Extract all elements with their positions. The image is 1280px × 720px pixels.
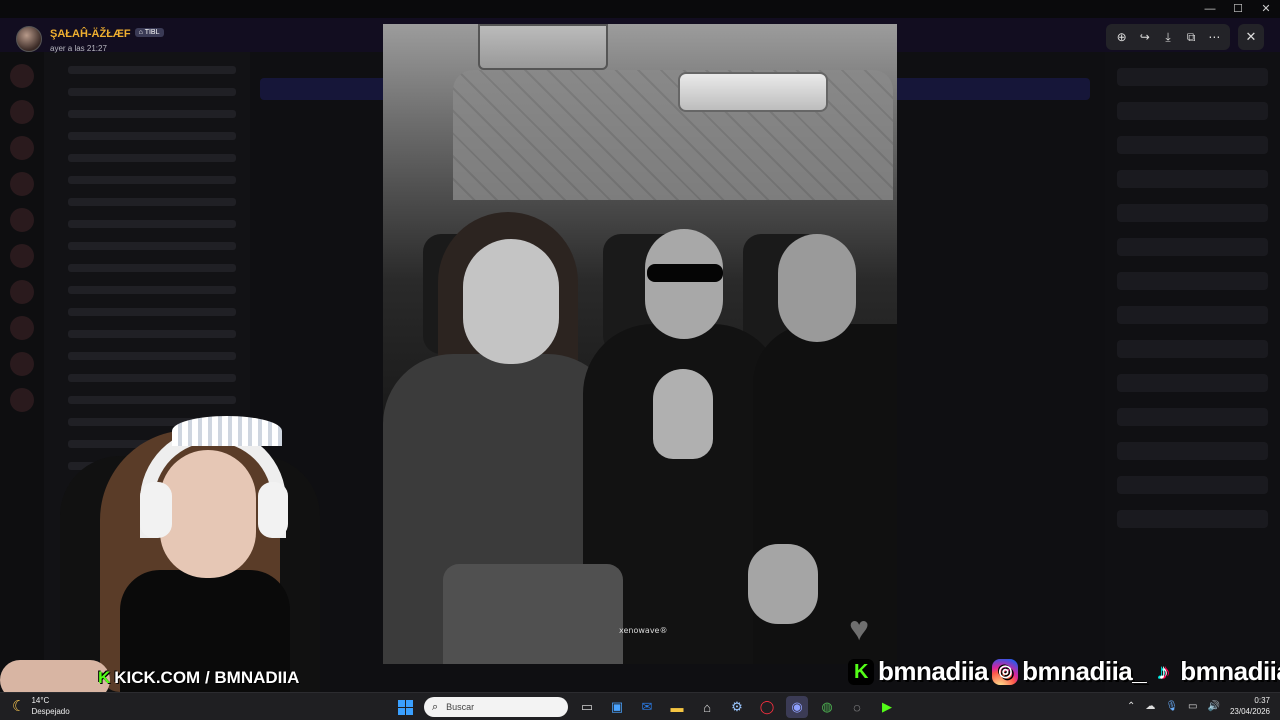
webcam-overlay	[0, 410, 330, 692]
window-close-icon[interactable]: ✕	[1252, 0, 1280, 18]
kick-url: KICK.COM / BMNADIIA	[114, 668, 300, 687]
network-icon[interactable]: ▭	[1188, 701, 1197, 712]
tiktok-handle: bmnadiia	[1180, 656, 1280, 686]
system-tray: ⌃ ☁ 🎙 ▭ 🔊 0:37 23/04/2026	[1127, 695, 1270, 717]
clock[interactable]: 0:37 23/04/2026	[1230, 695, 1270, 717]
capture-icon[interactable]: ⌂	[696, 696, 718, 718]
moon-icon: ☾	[12, 698, 26, 715]
open-external-icon[interactable]: ⧉	[1181, 30, 1201, 45]
minimize-icon[interactable]: —	[1196, 0, 1224, 18]
tiktok-icon: ♪	[1157, 658, 1169, 684]
close-icon[interactable]: ✕	[1238, 24, 1264, 50]
kick-url-badge: K KICK.COM / BMNADIIA	[98, 668, 299, 688]
microphone-icon[interactable]: 🎙	[1165, 701, 1178, 712]
steam-icon[interactable]: ⚙	[726, 696, 748, 718]
sunglasses	[647, 264, 723, 282]
author-tag: ⌂ TIBL	[134, 28, 164, 38]
message-timestamp: ayer a las 21:27	[50, 44, 107, 53]
weather-desc: Despejado	[31, 707, 70, 716]
chrome-icon[interactable]: ◍	[816, 696, 838, 718]
social-handles: K bmnadiia ◎ bmnadiia_ ♪ bmnadiia	[848, 656, 1280, 687]
person-face	[463, 239, 559, 364]
streamer-arm	[0, 660, 110, 692]
screen: — ☐ ✕ ŞAŁAĤ-ÄŽŁÆF ⌂ TIBL ayer a las 21:27…	[0, 0, 1280, 720]
hand	[748, 544, 818, 624]
zoom-icon[interactable]: ⊕	[1112, 30, 1132, 44]
headphones-cup	[140, 482, 172, 538]
instagram-icon: ◎	[992, 658, 1019, 685]
window-titlebar: — ☐ ✕	[0, 0, 1280, 18]
person-face	[645, 229, 723, 339]
kick-app-icon[interactable]: ▶	[876, 696, 898, 718]
obs-icon[interactable]: ◌	[846, 696, 868, 718]
folder-icon[interactable]: ▬	[666, 696, 688, 718]
hand	[653, 369, 713, 459]
forward-icon[interactable]: ↪	[1135, 30, 1155, 44]
author-info: ŞAŁAĤ-ÄŽŁÆF ⌂ TIBL ayer a las 21:27	[16, 24, 164, 53]
start-button[interactable]	[394, 696, 416, 718]
car-light	[678, 72, 828, 112]
store-icon[interactable]: ▣	[606, 696, 628, 718]
download-icon[interactable]: ⤓	[1158, 30, 1178, 45]
windows-taskbar: ☾ 14°C Despejado ⌕ Buscar ▭ ▣ ✉ ▬ ⌂ ⚙ ◯ …	[0, 692, 1280, 720]
author-name[interactable]: ŞAŁAĤ-ÄŽŁÆF	[50, 28, 131, 40]
clock-date: 23/04/2026	[1229, 707, 1270, 716]
weather-widget[interactable]: ☾ 14°C Despejado	[12, 695, 70, 717]
kick-icon: K	[98, 668, 111, 687]
taskbar-apps: ⌕ Buscar ▭ ▣ ✉ ▬ ⌂ ⚙ ◯ ◉ ◍ ◌ ▶	[394, 695, 898, 719]
tiara	[172, 416, 282, 446]
windows-icon	[397, 699, 413, 715]
opera-icon[interactable]: ◯	[756, 696, 778, 718]
outlook-icon[interactable]: ✉	[636, 696, 658, 718]
instagram-handle: bmnadiia_	[1022, 656, 1147, 686]
kick-handle: bmnadiia	[878, 656, 989, 686]
discord-icon[interactable]: ◉	[786, 696, 808, 718]
car-console	[478, 24, 608, 70]
taskbar-search[interactable]: ⌕ Buscar	[424, 697, 568, 717]
avatar[interactable]	[16, 25, 42, 52]
volume-icon[interactable]: 🔊	[1208, 701, 1220, 712]
heart-icon: ♥	[849, 610, 870, 648]
headphones-cup	[258, 482, 288, 538]
member-list	[1105, 52, 1280, 692]
search-placeholder: Buscar	[446, 702, 475, 712]
chevron-up-icon[interactable]: ⌃	[1127, 701, 1135, 712]
search-icon: ⌕	[432, 700, 439, 713]
clock-time: 0:37	[1254, 696, 1270, 705]
person-face	[778, 234, 856, 342]
more-icon[interactable]: ⋯	[1204, 30, 1224, 44]
cloud-icon[interactable]: ☁	[1145, 701, 1155, 712]
maximize-icon[interactable]: ☐	[1224, 0, 1252, 18]
task-view-icon[interactable]: ▭	[576, 696, 598, 718]
kick-icon: K	[848, 658, 874, 685]
weather-temp: 14°C	[31, 696, 50, 705]
viewer-toolbar: ⊕ ↪ ⤓ ⧉ ⋯	[1106, 24, 1230, 50]
bag	[443, 564, 623, 664]
photo-attachment[interactable]: xenowave® ♥	[383, 24, 897, 664]
photo-watermark: xenowave®	[619, 626, 668, 635]
